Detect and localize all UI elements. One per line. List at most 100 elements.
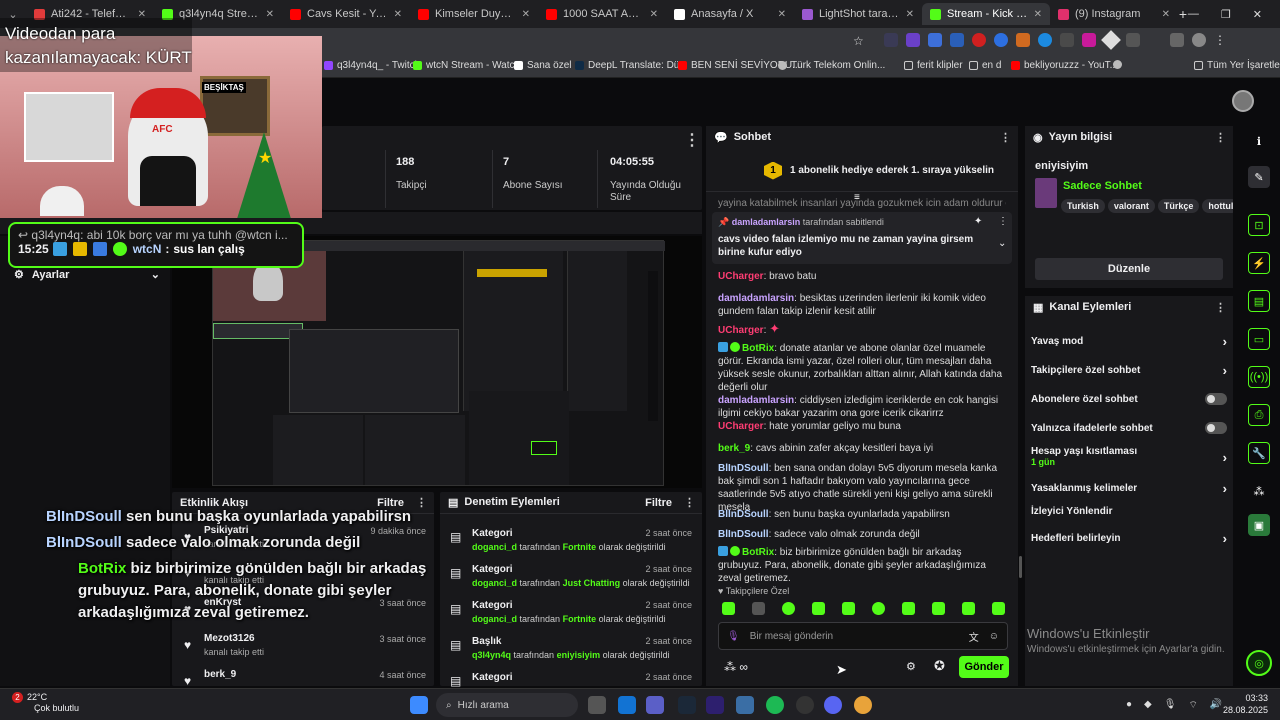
emote-icon[interactable] xyxy=(962,602,975,615)
scroll-indicator-icon[interactable]: ≡ xyxy=(854,192,860,203)
premiere-icon[interactable] xyxy=(706,696,724,714)
toggle-switch[interactable] xyxy=(1205,422,1227,434)
bookmark-item[interactable]: Türk Telekom Onlin... xyxy=(778,60,885,71)
mic-icon[interactable]: 🎙 xyxy=(1164,699,1177,712)
bookmark-star-icon[interactable]: ☆ xyxy=(853,34,864,48)
extensions-puzzle-icon[interactable] xyxy=(1126,33,1140,47)
user-avatar[interactable] xyxy=(1232,90,1254,112)
chat-message[interactable]: berk_9: cavs abinin zafer akçay kesitler… xyxy=(718,442,1006,455)
bookmark-item[interactable]: bekliyoruzzz - YouT... xyxy=(1011,60,1118,71)
points-icon[interactable]: ⁂ ∞ xyxy=(724,660,748,674)
mic-icon[interactable]: 🎙 xyxy=(727,631,740,642)
moderation-item[interactable]: ▤ Başlık q3l4yn4q tarafından eniyisiyim … xyxy=(440,634,702,668)
lightning-icon[interactable]: ⚡ xyxy=(1248,252,1270,274)
stream-preview[interactable] xyxy=(172,236,702,488)
emote-icon[interactable] xyxy=(992,602,1005,615)
browser-tab[interactable]: Cavs Kesit - YouTube✕ xyxy=(282,3,410,25)
profile-avatar[interactable] xyxy=(1192,33,1206,47)
discord-icon[interactable] xyxy=(824,696,842,714)
outlook-icon[interactable] xyxy=(618,696,636,714)
teams-icon[interactable] xyxy=(646,696,664,714)
moderation-item[interactable]: ▤ Kategori doganci_d tarafından Just Cha… xyxy=(440,562,702,596)
channel-action-row[interactable]: İzleyici Yönlendir xyxy=(1031,506,1227,517)
extension-icon[interactable] xyxy=(884,33,898,47)
browser-menu-icon[interactable]: ⋮ xyxy=(1214,33,1226,47)
extension-icon[interactable] xyxy=(950,33,964,47)
pinned-message[interactable]: 📌 damladamlarsin tarafından sabitlendi ✦… xyxy=(712,212,1012,264)
chrome-icon[interactable] xyxy=(854,696,872,714)
chat-input[interactable]: 🎙 Bir mesaj gönderin 文 ☺ xyxy=(718,622,1008,650)
tab-close-icon[interactable]: ✕ xyxy=(394,9,402,20)
extension-icon[interactable] xyxy=(994,33,1008,47)
edit-pencil-icon[interactable]: ✎ xyxy=(1248,166,1270,188)
chat-message[interactable]: damladamlarsin: besiktas uzerinden ilerl… xyxy=(718,292,1006,318)
emote-icon[interactable] xyxy=(782,602,795,615)
moderation-menu-icon[interactable]: ⋮ xyxy=(684,496,695,509)
actions-menu-icon[interactable]: ⋮ xyxy=(1215,301,1226,314)
emote-icon[interactable] xyxy=(872,602,885,615)
edit-button[interactable]: Düzenle xyxy=(1035,258,1223,280)
info-icon[interactable]: ℹ xyxy=(1248,130,1270,152)
close-icon[interactable]: ✕ xyxy=(1253,8,1262,21)
bookmark-item[interactable]: Sana özel xyxy=(514,60,571,71)
info-menu-icon[interactable]: ⋮ xyxy=(1215,131,1226,144)
tab-close-icon[interactable]: ✕ xyxy=(1034,9,1042,20)
emote-icon[interactable] xyxy=(932,602,945,615)
kick-app-icon[interactable]: ▣ xyxy=(1248,514,1270,536)
tab-close-icon[interactable]: ✕ xyxy=(1162,9,1170,20)
activity-item[interactable]: ♥ Mezot3126 kanalı takip etti 3 saat önc… xyxy=(172,630,434,664)
minimize-icon[interactable]: — xyxy=(1188,8,1199,21)
pinned-menu-icon[interactable]: ⋮ xyxy=(998,216,1008,227)
clipboard-icon[interactable]: ▤ xyxy=(1248,290,1270,312)
moderation-item[interactable]: ▤ Kategori doganci_d tarafından Fortnite… xyxy=(440,598,702,632)
apps-icon[interactable]: ⁂ xyxy=(1248,480,1270,502)
chat-scrollbar[interactable] xyxy=(1019,556,1022,578)
chat-message[interactable]: BotRix: donate atanlar ve abone olanlar … xyxy=(718,342,1006,394)
extension-icon[interactable] xyxy=(1038,33,1052,47)
tab-close-icon[interactable]: ✕ xyxy=(522,9,530,20)
chat-message[interactable]: UCharger: ✦ xyxy=(718,322,1006,337)
emoji-icon[interactable]: ☺ xyxy=(989,631,999,642)
channel-action-row[interactable]: Hesap yaşı kısıtlaması 1 gün › xyxy=(1031,446,1227,468)
chat-message[interactable]: BlInDSoull: sen bunu başka oyunlarlada y… xyxy=(718,508,1006,521)
extension-icon[interactable] xyxy=(1060,33,1074,47)
bookmark-item[interactable] xyxy=(1113,60,1122,69)
tag[interactable]: hottul xyxy=(1202,199,1233,213)
chat-message[interactable]: damladamlarsin: ciddiysen izledigim icer… xyxy=(718,394,1006,420)
browser-tab[interactable]: LightShot tarafından...✕ xyxy=(794,3,922,25)
printer-icon[interactable]: ⎙ xyxy=(1248,404,1270,426)
tag[interactable]: valorant xyxy=(1107,199,1155,213)
bookmark-item[interactable]: wtcN Stream - Watc... xyxy=(413,60,523,71)
chat-message[interactable]: BlInDSoull: sadece valo olmak zorunda de… xyxy=(718,528,1006,541)
chat-message[interactable]: BlInDSoull: ben sana ondan dolayı 5v5 di… xyxy=(718,462,1006,514)
chat-menu-icon[interactable]: ⋮ xyxy=(1000,131,1011,144)
wifi-icon[interactable]: ⌔ xyxy=(1188,699,1197,712)
maximize-icon[interactable]: ❐ xyxy=(1221,8,1231,21)
browser-tab[interactable]: (9) Instagram ✕ xyxy=(1050,3,1178,25)
wrench-icon[interactable]: 🔧 xyxy=(1248,442,1270,464)
bookmark-folder[interactable]: en d xyxy=(969,60,1001,71)
tray-icon[interactable]: ◆ xyxy=(1144,699,1152,712)
extension-icon[interactable] xyxy=(1101,30,1121,50)
browser-tab[interactable]: Anasayfa / X ✕ xyxy=(666,3,794,25)
start-icon[interactable] xyxy=(410,696,428,714)
clock[interactable]: 03:33 28.08.2025 xyxy=(1218,692,1268,716)
tab-close-icon[interactable]: ✕ xyxy=(650,9,658,20)
emote-icon[interactable] xyxy=(752,602,765,615)
toggle-switch[interactable] xyxy=(1205,393,1227,405)
send-button[interactable]: Gönder xyxy=(959,656,1009,678)
tray-icon[interactable]: ● xyxy=(1126,699,1132,712)
bookmark-folder[interactable]: ferit klipler xyxy=(904,60,963,71)
category-name[interactable]: Sadece Sohbet xyxy=(1063,180,1142,192)
extension-icon[interactable] xyxy=(1016,33,1030,47)
bookmark-item[interactable]: q3l4yn4q_ - Twitch xyxy=(324,60,420,71)
settings-row[interactable]: ⚙ Ayarlar ⌄ xyxy=(14,268,160,282)
chat-message[interactable]: BotRix: biz birbirimize gönülden bağlı b… xyxy=(718,546,1006,585)
app-icon[interactable] xyxy=(736,696,754,714)
gift-leaderboard-banner[interactable]: 1 1 abonelik hediye ederek 1. sıraya yük… xyxy=(706,150,1018,192)
taskbar-search[interactable]: ⌕ Hızlı arama xyxy=(436,693,578,717)
chevron-down-icon[interactable]: ⌄ xyxy=(998,238,1006,249)
moderation-filter-button[interactable]: Filtre xyxy=(645,497,672,509)
task-view-icon[interactable] xyxy=(588,696,606,714)
extension-icon[interactable] xyxy=(928,33,942,47)
